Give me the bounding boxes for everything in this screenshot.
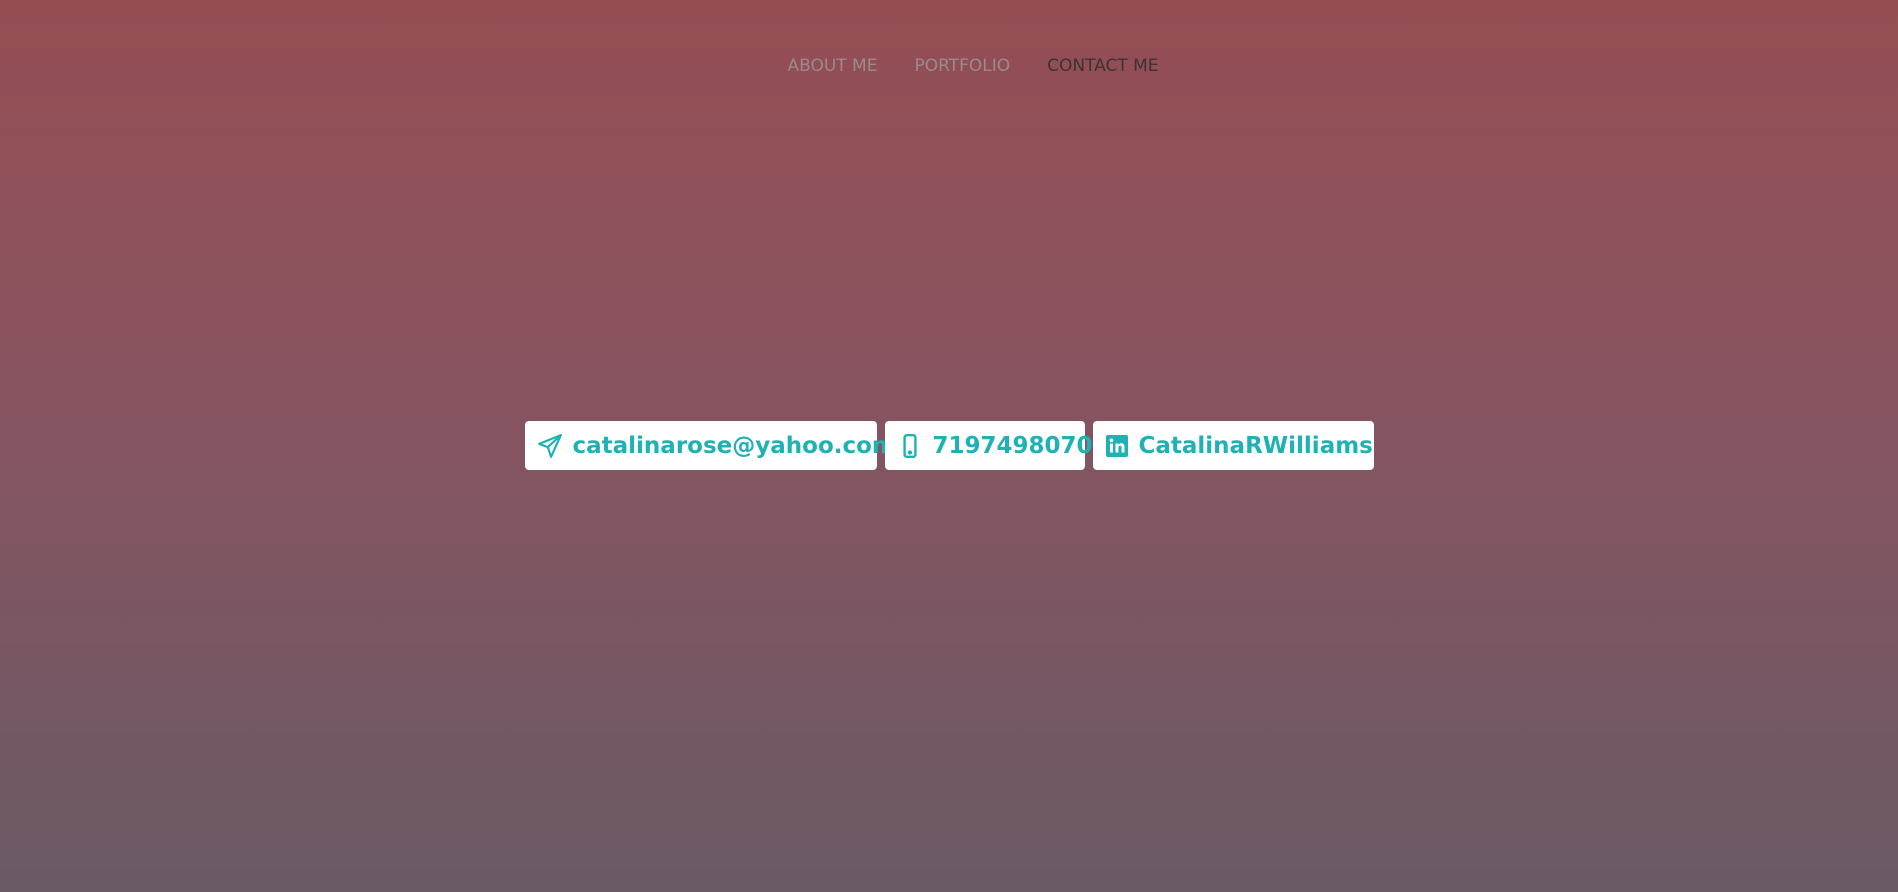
- mobile-phone-icon: [897, 432, 923, 460]
- linkedin-contact-button[interactable]: CatalinaRWilliams: [1092, 421, 1374, 470]
- linkedin-icon: [1105, 432, 1129, 460]
- paper-plane-icon: [537, 432, 563, 460]
- nav-portfolio[interactable]: PORTFOLIO: [914, 56, 1010, 76]
- contact-list: catalinarose@yahoo.com 7197498070 Catali…: [0, 421, 1898, 470]
- phone-label: 7197498070: [932, 432, 1093, 459]
- main-nav: ABOUT ME PORTFOLIO CONTACT ME: [0, 56, 1898, 76]
- nav-about-me[interactable]: ABOUT ME: [787, 56, 877, 76]
- email-label: catalinarose@yahoo.com: [572, 432, 896, 459]
- phone-contact-button[interactable]: 7197498070: [884, 421, 1093, 470]
- nav-contact-me[interactable]: CONTACT ME: [1047, 56, 1158, 76]
- email-contact-button[interactable]: catalinarose@yahoo.com: [524, 421, 896, 470]
- linkedin-label: CatalinaRWilliams: [1138, 432, 1373, 459]
